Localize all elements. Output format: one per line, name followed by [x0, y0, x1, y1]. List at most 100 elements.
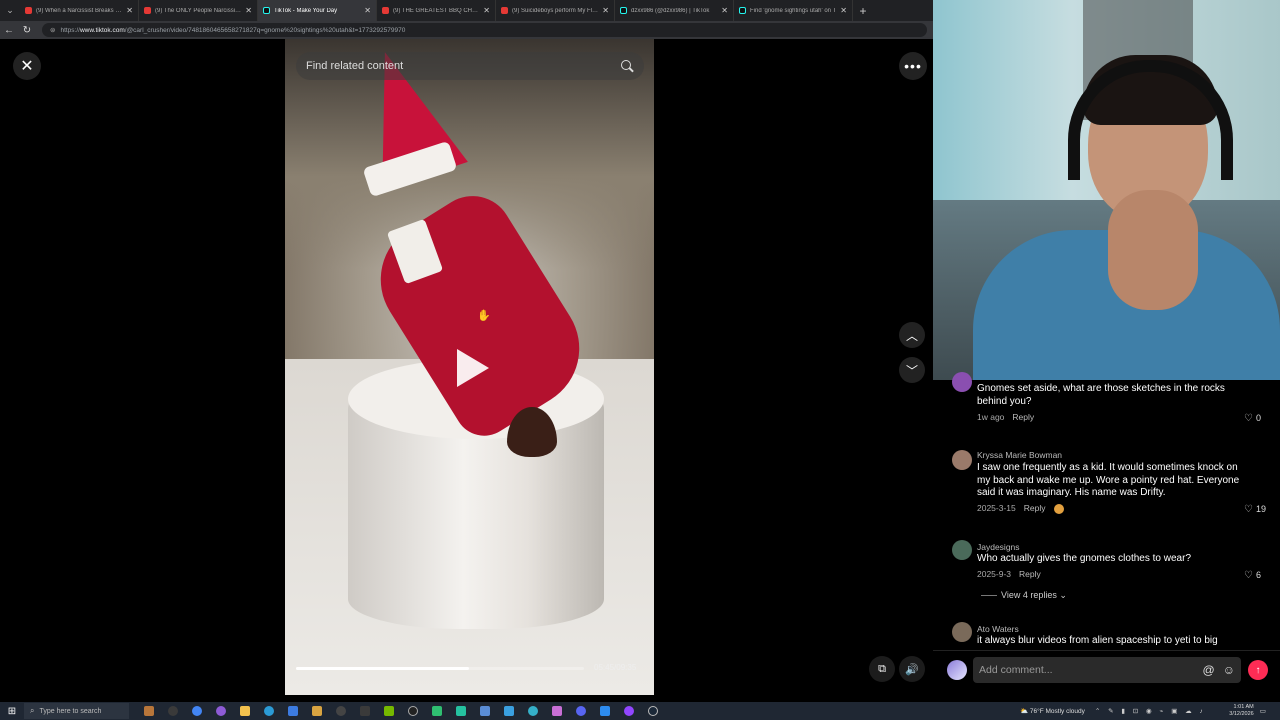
avatar[interactable]: [952, 450, 972, 470]
previous-video-button[interactable]: ︿: [899, 322, 925, 348]
browser-tab[interactable]: (9) The ONLY People Narcissists 3 ✕: [139, 0, 258, 21]
next-video-button[interactable]: ﹀: [899, 357, 925, 383]
reply-button[interactable]: Reply: [1019, 569, 1041, 579]
send-comment-button[interactable]: ↑: [1248, 660, 1268, 680]
edge-icon[interactable]: [257, 703, 281, 719]
pip-button[interactable]: ⧉: [869, 656, 895, 682]
like-button[interactable]: ♡ 0: [1244, 413, 1261, 424]
volume-button[interactable]: 🔊: [899, 656, 925, 682]
emoji-icon[interactable]: ☺: [1223, 663, 1235, 677]
news-widget-icon[interactable]: [137, 703, 161, 719]
new-tab-plus-icon[interactable]: +: [853, 4, 873, 18]
tab-title: dzxx986 (@dzxx986) | TikTok: [631, 7, 710, 14]
like-button[interactable]: ♡ 19: [1244, 504, 1266, 515]
browser-tab[interactable]: Find 'gnome sightings utah' on T ✕: [734, 0, 853, 21]
discord-icon[interactable]: [569, 703, 593, 719]
screen: ⌄ (9) When a Narcissist Breaks the I ✕ (…: [0, 0, 1280, 720]
browser-tab[interactable]: (9) When a Narcissist Breaks the I ✕: [20, 0, 139, 21]
webcam-overlay: [933, 0, 1280, 380]
reply-button[interactable]: Reply: [1012, 412, 1034, 422]
browser-tab[interactable]: dzxx986 (@dzxx986) | TikTok ✕: [615, 0, 734, 21]
related-content-search[interactable]: Find related content: [296, 52, 644, 80]
chrome-icon[interactable]: [185, 703, 209, 719]
tab-close-icon[interactable]: ✕: [245, 6, 252, 15]
app-icon[interactable]: [401, 703, 425, 719]
back-arrow-icon[interactable]: ←: [0, 25, 18, 36]
url-field[interactable]: ⊜ https://www.tiktok.com/@carl_crusher/v…: [42, 23, 927, 37]
app-icon[interactable]: [497, 703, 521, 719]
tab-close-icon[interactable]: ✕: [721, 6, 728, 15]
app-icon[interactable]: [161, 703, 185, 719]
youtube-icon: [382, 7, 389, 14]
app-icon[interactable]: [305, 703, 329, 719]
tab-search-dropdown-icon[interactable]: ⌄: [0, 0, 20, 21]
heart-icon: ♡: [1244, 504, 1253, 515]
windows-start-icon[interactable]: ⊞: [0, 706, 24, 717]
reply-button[interactable]: Reply: [1024, 503, 1046, 513]
avatar[interactable]: [952, 540, 972, 560]
app-icon[interactable]: [329, 703, 353, 719]
comment-username[interactable]: Kryssa Marie Bowman: [977, 450, 1062, 460]
mention-icon[interactable]: @: [1203, 663, 1215, 677]
tab-close-icon[interactable]: ✕: [364, 6, 371, 15]
tab-title: Find 'gnome sightings utah' on T: [750, 7, 837, 14]
notifications-icon[interactable]: ▭: [1260, 707, 1266, 715]
avatar[interactable]: [952, 622, 972, 642]
file-explorer-icon[interactable]: [233, 703, 257, 719]
close-button[interactable]: ✕: [13, 52, 41, 80]
mail-icon[interactable]: [281, 703, 305, 719]
app-icon[interactable]: [449, 703, 473, 719]
browser-tab[interactable]: (9) THE GREATEST BBQ CHALLEN ✕: [377, 0, 496, 21]
tiktok-icon: [620, 7, 627, 14]
heart-icon: ♡: [1244, 413, 1253, 424]
app-icon[interactable]: [473, 703, 497, 719]
app-icon[interactable]: [353, 703, 377, 719]
taskbar-search[interactable]: ⌕ Type here to search: [24, 703, 129, 719]
clock-time: 1:01 AM: [1233, 704, 1254, 710]
avatar[interactable]: [952, 372, 972, 392]
app-icon[interactable]: [521, 703, 545, 719]
app-icon[interactable]: [209, 703, 233, 719]
comment-text: Gnomes set aside, what are those sketche…: [977, 383, 1225, 407]
play-icon[interactable]: [457, 349, 489, 387]
site-info-icon[interactable]: ⊜: [50, 26, 55, 34]
video-progress-bar[interactable]: [296, 667, 584, 670]
search-icon[interactable]: [620, 59, 634, 73]
browser-tab[interactable]: (9) Suicideboys perform My Flaw ✕: [496, 0, 615, 21]
ellipsis-icon: •••: [904, 58, 922, 74]
heart-icon: ♡: [1244, 570, 1253, 581]
taskbar-clock[interactable]: 1:01 AM 3/12/2026: [1214, 704, 1254, 718]
comment-username[interactable]: Jaydesigns: [977, 542, 1020, 552]
tab-title: (9) THE GREATEST BBQ CHALLEN: [393, 7, 480, 14]
tiktok-icon: [263, 7, 270, 14]
video-progress-fill: [296, 667, 469, 670]
tiktok-video-page: ✕ ••• Find related content ✋ 05:45/09:35…: [0, 39, 933, 695]
chevron-up-icon: ︿: [905, 328, 918, 343]
tab-close-icon[interactable]: ✕: [840, 6, 847, 15]
tab-close-icon[interactable]: ✕: [483, 6, 490, 15]
comment-username[interactable]: Ato Waters: [977, 624, 1019, 634]
browser-tab-active[interactable]: TikTok - Make Your Day ✕: [258, 0, 377, 21]
divider: [981, 595, 997, 597]
tray-icons[interactable]: ⌃ ✎ ▮ ⊡ ◉ ⌁ ▣ ☁ ♪: [1095, 707, 1206, 715]
app-icon[interactable]: [593, 703, 617, 719]
nvidia-icon[interactable]: [377, 703, 401, 719]
video-player[interactable]: Find related content ✋ 05:45/09:35: [285, 39, 654, 695]
like-button[interactable]: ♡ 6: [1244, 570, 1261, 581]
more-options-button[interactable]: •••: [899, 52, 927, 80]
reload-icon[interactable]: ↻: [18, 25, 36, 36]
tab-close-icon[interactable]: ✕: [602, 6, 609, 15]
comment-input[interactable]: Add comment... @ ☺: [973, 657, 1241, 683]
view-replies-button[interactable]: View 4 replies ⌄: [981, 590, 1067, 601]
tab-close-icon[interactable]: ✕: [126, 6, 133, 15]
weather-widget[interactable]: ⛅ 76°F Mostly cloudy: [1020, 707, 1085, 715]
url-host: www.tiktok.com: [79, 26, 125, 34]
comment-date: 1w ago: [977, 412, 1005, 422]
app-icon[interactable]: [425, 703, 449, 719]
creator-liked-icon: [1053, 503, 1064, 514]
steam-icon[interactable]: [641, 703, 665, 719]
app-icon[interactable]: [545, 703, 569, 719]
app-icon[interactable]: [617, 703, 641, 719]
url-prefix: https://: [60, 26, 80, 34]
comment-date: 2025-3-15: [977, 503, 1016, 513]
